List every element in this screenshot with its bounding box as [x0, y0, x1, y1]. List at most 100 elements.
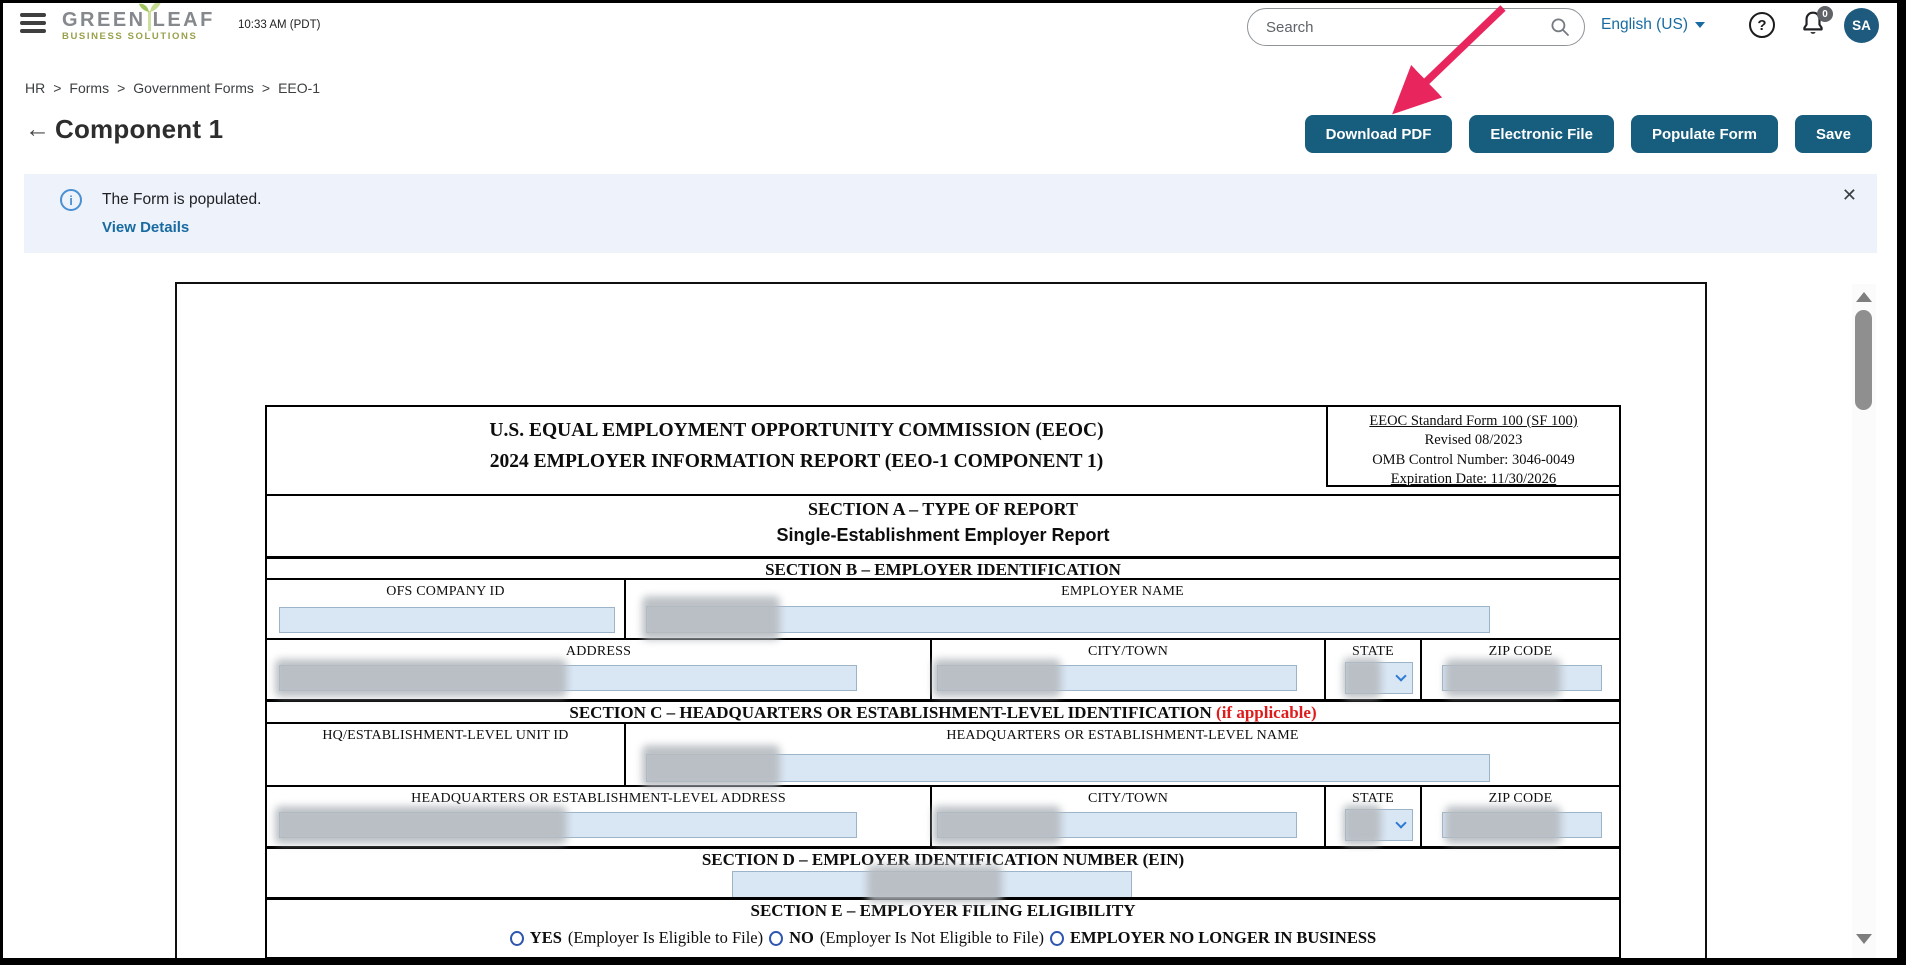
back-button[interactable]: ←	[25, 117, 50, 142]
redacted-ein	[867, 865, 1002, 902]
chevron-down-icon	[1695, 22, 1705, 28]
scroll-up-arrow[interactable]	[1856, 292, 1872, 302]
breadcrumb-separator: >	[117, 80, 126, 96]
form-header-row: U.S. EQUAL EMPLOYMENT OPPORTUNITY COMMIS…	[267, 407, 1619, 494]
no-option-label: NO	[789, 928, 814, 947]
banner-message: The Form is populated.	[102, 191, 262, 208]
no-longer-option-label: EMPLOYER NO LONGER IN BUSINESS	[1069, 928, 1377, 947]
state-label: STATE	[1352, 644, 1394, 659]
redacted-state	[1343, 658, 1381, 698]
redacted-employer-name	[642, 596, 780, 640]
ofs-company-id-label: OFS COMPANY ID	[386, 584, 505, 599]
language-selector[interactable]: English (US)	[1601, 16, 1705, 34]
omb-number: OMB Control Number: 3046-0049	[1372, 451, 1575, 468]
section-b-title: SECTION B – EMPLOYER IDENTIFICATION	[765, 560, 1121, 579]
expiration-date: Expiration Date: 11/30/2026	[1390, 470, 1557, 487]
vertical-scrollbar[interactable]	[1852, 284, 1876, 960]
redacted-hq-state	[1343, 805, 1381, 845]
greenleaf-logo: GREEN LEAF BUSINESS SOLUTIONS	[62, 1, 215, 42]
section-c-row2: HEADQUARTERS OR ESTABLISHMENT-LEVEL ADDR…	[267, 785, 1619, 846]
address-label: ADDRESS	[565, 644, 632, 659]
section-b-row2: ADDRESS CITY/TOWN STATE ZIP CODE	[267, 638, 1619, 699]
section-e-options-row: YES (Employer Is Eligible to File) NO (E…	[267, 922, 1619, 957]
eeo1-form: U.S. EQUAL EMPLOYMENT OPPORTUNITY COMMIS…	[265, 405, 1621, 959]
redacted-address	[275, 659, 567, 697]
populate-form-button[interactable]: Populate Form	[1630, 115, 1778, 153]
logo-tagline: BUSINESS SOLUTIONS	[62, 31, 198, 42]
scrollbar-thumb[interactable]	[1855, 310, 1872, 410]
section-b-row1: OFS COMPANY ID EMPLOYER NAME	[267, 578, 1619, 640]
ofs-company-id-field[interactable]	[279, 607, 615, 633]
help-button[interactable]: ?	[1749, 12, 1775, 38]
form-meta-box: EEOC Standard Form 100 (SF 100) Revised …	[1326, 407, 1619, 487]
section-a-title: SECTION A – TYPE OF REPORT	[808, 499, 1078, 519]
notification-badge: 0	[1817, 6, 1833, 22]
logo-text-green: GREEN	[62, 9, 146, 31]
yes-option-label: YES	[529, 928, 562, 947]
form-revised: Revised 08/2023	[1424, 432, 1523, 449]
breadcrumb: HR > Forms > Government Forms > EEO-1	[25, 80, 320, 96]
city-label: CITY/TOWN	[1087, 644, 1169, 659]
global-search[interactable]	[1247, 8, 1585, 46]
chevron-down-icon	[1395, 817, 1407, 829]
pdf-document: U.S. EQUAL EMPLOYMENT OPPORTUNITY COMMIS…	[175, 282, 1707, 965]
info-banner: i The Form is populated. View Details ✕	[24, 174, 1877, 253]
redacted-hq-zip	[1445, 806, 1561, 844]
report-type-value: Single-Establishment Employer Report	[776, 525, 1110, 545]
save-button[interactable]: Save	[1794, 115, 1872, 153]
user-avatar[interactable]: SA	[1844, 8, 1879, 43]
hq-city-label: CITY/TOWN	[1087, 791, 1169, 806]
current-time: 10:33 AM (PDT)	[238, 19, 321, 31]
close-icon[interactable]: ✕	[1842, 185, 1857, 206]
if-applicable-note: (if applicable)	[1216, 703, 1317, 722]
redacted-city	[933, 659, 1061, 697]
leaf-icon	[138, 1, 161, 12]
breadcrumb-eeo1[interactable]: EEO-1	[278, 80, 320, 96]
redacted-hq-address	[275, 806, 567, 844]
section-a-subtitle-row: Single-Establishment Employer Report	[267, 525, 1619, 556]
zip-label: ZIP CODE	[1488, 644, 1553, 659]
section-b-header: SECTION B – EMPLOYER IDENTIFICATION	[267, 556, 1619, 579]
hq-name-label: HEADQUARTERS OR ESTABLISHMENT-LEVEL NAME	[946, 728, 1299, 743]
no-radio[interactable]	[769, 930, 784, 946]
search-input[interactable]	[1266, 18, 1550, 36]
yes-radio[interactable]	[509, 930, 524, 946]
redacted-zip	[1445, 659, 1561, 697]
chevron-down-icon	[1395, 670, 1407, 682]
view-details-link[interactable]: View Details	[102, 219, 189, 236]
download-pdf-button[interactable]: Download PDF	[1304, 115, 1453, 153]
no-option-desc: (Employer Is Not Eligible to File)	[819, 928, 1044, 947]
hq-unit-id-label: HQ/ESTABLISHMENT-LEVEL UNIT ID	[322, 728, 569, 743]
avatar-initials: SA	[1852, 18, 1871, 33]
yes-option-desc: (Employer Is Eligible to File)	[567, 928, 764, 947]
no-longer-in-business-radio[interactable]	[1049, 930, 1064, 946]
breadcrumb-forms[interactable]: Forms	[69, 80, 109, 96]
form-number: EEOC Standard Form 100 (SF 100)	[1369, 413, 1578, 429]
hq-address-label: HEADQUARTERS OR ESTABLISHMENT-LEVEL ADDR…	[411, 791, 786, 806]
redacted-hq-name	[642, 745, 780, 787]
logo-text-leaf: LEAF	[152, 9, 215, 31]
hq-state-label: STATE	[1352, 791, 1394, 806]
hamburger-menu-icon[interactable]	[20, 13, 46, 37]
section-e-title: SECTION E – EMPLOYER FILING ELIGIBILITY	[750, 901, 1136, 920]
section-c-row1: HQ/ESTABLISHMENT-LEVEL UNIT ID HEADQUART…	[267, 722, 1619, 787]
form-title-line2: 2024 EMPLOYER INFORMATION REPORT (EEO-1 …	[489, 451, 1104, 473]
breadcrumb-separator: >	[261, 80, 271, 96]
info-icon: i	[60, 189, 82, 211]
question-mark-icon: ?	[1757, 16, 1767, 34]
breadcrumb-hr[interactable]: HR	[25, 80, 45, 96]
scroll-down-arrow[interactable]	[1856, 934, 1872, 944]
app-window: GREEN LEAF BUSINESS SOLUTIONS 10:33 AM (…	[0, 0, 1906, 965]
section-c-title: SECTION C – HEADQUARTERS OR ESTABLISHMEN…	[569, 703, 1317, 722]
action-toolbar: Download PDF Electronic File Populate Fo…	[1304, 115, 1872, 153]
electronic-file-button[interactable]: Electronic File	[1469, 115, 1614, 153]
section-c-header: SECTION C – HEADQUARTERS OR ESTABLISHMEN…	[267, 699, 1619, 722]
redacted-hq-city	[933, 806, 1061, 844]
search-icon[interactable]	[1550, 17, 1570, 37]
hq-zip-label: ZIP CODE	[1488, 791, 1553, 806]
notifications-button[interactable]: 0	[1800, 6, 1833, 42]
breadcrumb-government-forms[interactable]: Government Forms	[133, 80, 254, 96]
language-label: English (US)	[1601, 16, 1688, 33]
breadcrumb-separator: >	[53, 80, 62, 96]
section-a-title-row: SECTION A – TYPE OF REPORT	[267, 494, 1619, 525]
